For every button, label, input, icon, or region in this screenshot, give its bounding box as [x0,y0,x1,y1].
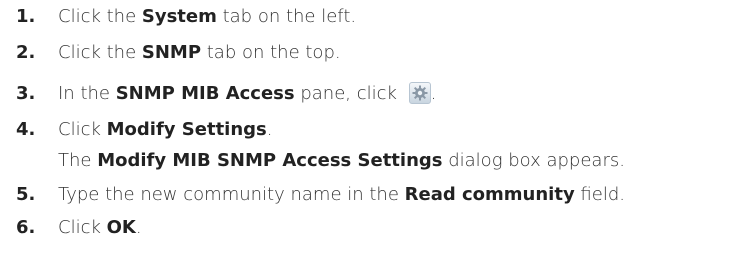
step-text-pre: In the [58,83,116,104]
step-5: 5. Type the new community name in the Re… [0,180,732,210]
step-text: In the SNMP MIB Access pane, click . [58,79,436,109]
step-6: 6. Click OK. [0,213,732,243]
step-text-post: tab on the top. [201,42,341,63]
gear-settings-icon [408,82,431,104]
step-ui-term: OK [106,217,136,238]
step-text-pre: Click the [58,42,142,63]
step-number: 1. [16,6,36,27]
step-result-text: The Modify MIB SNMP Access Settings dial… [58,146,625,176]
step-text-post: dialog box appears. [442,150,625,171]
step-text-pre: Click the [58,6,142,27]
step-text-tail: . [430,83,437,104]
step-ui-term: Read community [404,184,575,205]
step-text-post: . [266,119,273,140]
step-3: 3. In the SNMP MIB Access pane, click . [0,79,732,109]
step-4-result: The Modify MIB SNMP Access Settings dial… [0,146,732,176]
step-number: 2. [16,42,36,63]
step-ui-term: SNMP [141,42,202,63]
step-2: 2. Click the SNMP tab on the top. [0,38,732,68]
step-ui-term: SNMP MIB Access [115,83,295,104]
step-text: Click the System tab on the left. [58,2,356,32]
step-text-post: tab on the left. [216,6,357,27]
step-number: 5. [16,184,36,205]
step-text-pre: Click [58,119,107,140]
step-ui-term: Modify Settings [106,119,267,140]
step-text: Type the new community name in the Read … [58,180,625,210]
step-number: 6. [16,217,36,238]
step-text-pre: Type the new community name in the [58,184,405,205]
step-1: 1. Click the System tab on the left. [0,2,732,32]
step-text-pre: Click [58,217,107,238]
step-text: Click Modify Settings. [58,115,273,145]
step-ui-term: Modify MIB SNMP Access Settings [97,150,443,171]
step-number: 3. [16,83,36,104]
step-4: 4. Click Modify Settings. [0,115,732,145]
step-text-post: pane, click [294,83,403,104]
step-text: Click the SNMP tab on the top. [58,38,341,68]
step-text-post: . [135,217,142,238]
step-text-post: field. [574,184,625,205]
step-text-pre: The [58,150,98,171]
step-text: Click OK. [58,213,142,243]
step-number: 4. [16,119,36,140]
step-ui-term: System [141,6,217,27]
